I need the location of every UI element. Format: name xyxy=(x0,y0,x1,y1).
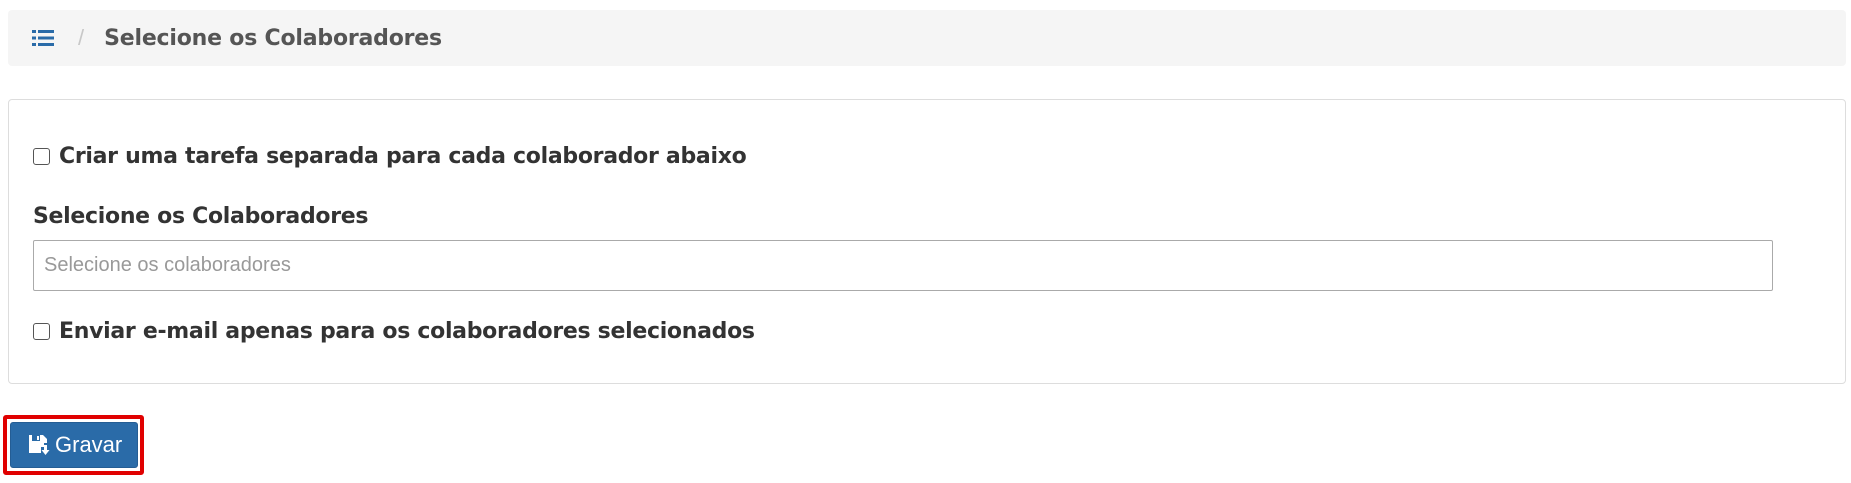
save-icon xyxy=(27,433,51,457)
breadcrumb: / Selecione os Colaboradores xyxy=(8,10,1846,66)
email-only-label[interactable]: Enviar e-mail apenas para os colaborador… xyxy=(59,319,755,344)
list-icon[interactable] xyxy=(32,28,56,48)
save-button-label[interactable]: Gravar xyxy=(55,432,122,458)
page-title: Selecione os Colaboradores xyxy=(104,25,442,51)
collaborators-placeholder: Selecione os colaboradores xyxy=(44,254,291,276)
separate-task-label[interactable]: Criar uma tarefa separada para cada cola… xyxy=(59,144,747,169)
email-only-checkbox[interactable] xyxy=(33,323,50,340)
collaborators-panel: Criar uma tarefa separada para cada cola… xyxy=(8,99,1846,384)
email-only-option[interactable]: Enviar e-mail apenas para os colaborador… xyxy=(33,319,755,344)
collaborators-select[interactable]: Selecione os colaboradores xyxy=(33,240,1773,291)
save-button[interactable]: Gravar xyxy=(10,422,138,468)
separate-task-option[interactable]: Criar uma tarefa separada para cada cola… xyxy=(33,144,747,169)
separate-task-checkbox[interactable] xyxy=(33,148,50,165)
collaborators-label: Selecione os Colaboradores xyxy=(33,204,369,229)
breadcrumb-separator: / xyxy=(78,25,85,50)
